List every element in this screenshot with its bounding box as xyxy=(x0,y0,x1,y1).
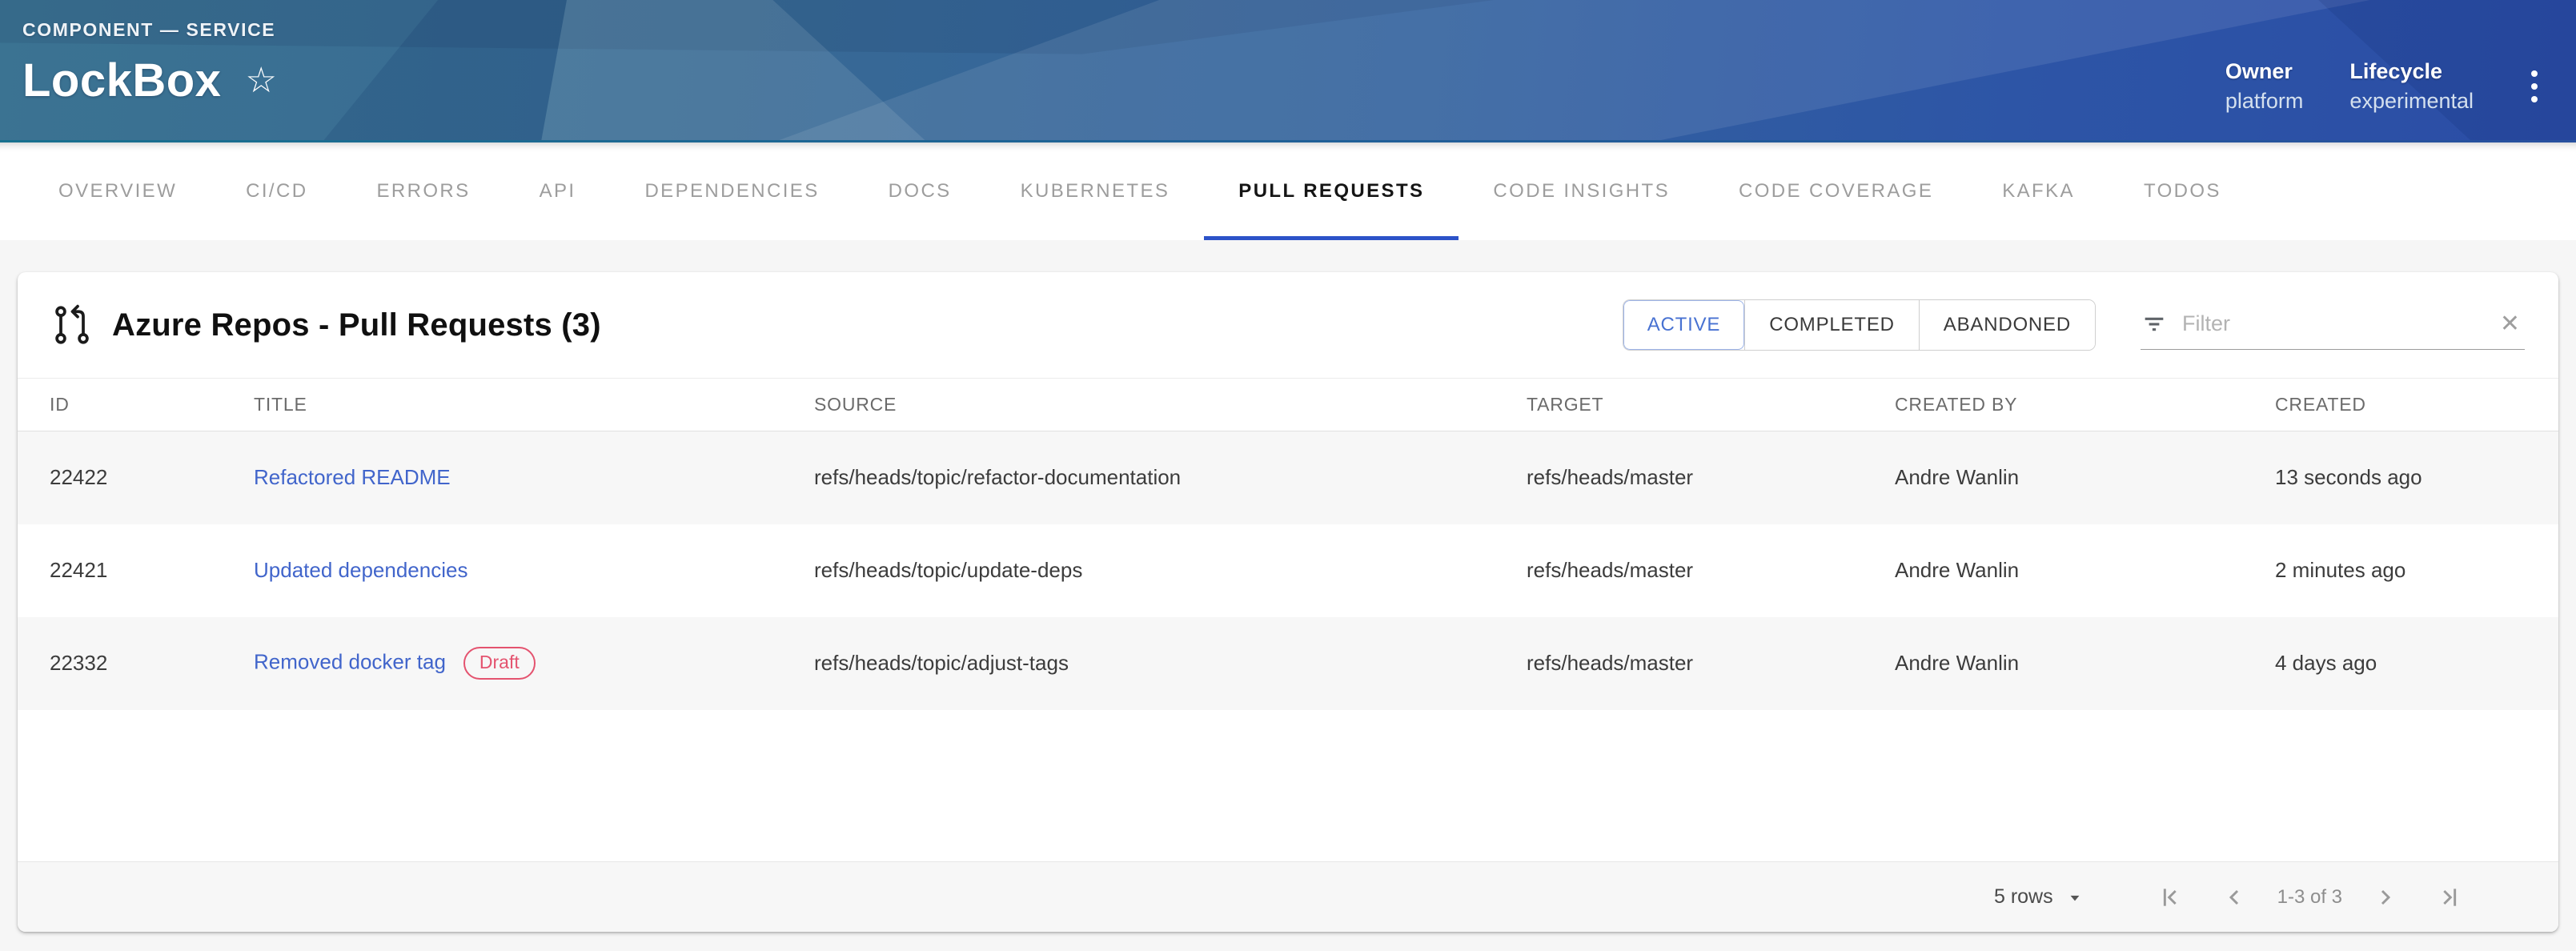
pagination-range: 1-3 of 3 xyxy=(2277,886,2342,909)
previous-page-button[interactable] xyxy=(2221,885,2247,910)
table-header-row: IDTITLESOURCETARGETCREATED BYCREATED xyxy=(18,379,2558,431)
pr-created-by: Andre Wanlin xyxy=(1882,524,2262,617)
table-row: 22421 Updated dependencies refs/heads/topi… xyxy=(18,524,2558,617)
status-filter-active-button[interactable]: ACTIVE xyxy=(1623,300,1744,350)
pr-title-link[interactable]: Refactored README xyxy=(254,465,451,489)
tab-code-coverage[interactable]: CODE COVERAGE xyxy=(1704,142,1968,240)
pr-target-branch: refs/heads/master xyxy=(1514,617,1882,710)
pr-title-link[interactable]: Updated dependencies xyxy=(254,558,467,582)
card-header: Azure Repos - Pull Requests (3) ACTIVECO… xyxy=(18,272,2558,378)
table-empty-space xyxy=(18,710,2558,862)
pr-id: 22332 xyxy=(18,617,241,710)
table-body: 22422 Refactored README refs/heads/topic/r… xyxy=(18,431,2558,710)
tab-pull-requests[interactable]: PULL REQUESTS xyxy=(1204,142,1459,240)
tab-overview[interactable]: OVERVIEW xyxy=(24,142,211,240)
pr-target-branch: refs/heads/master xyxy=(1514,431,1882,524)
pagination-bar: 5 rows 1-3 of 3 xyxy=(18,861,2558,932)
column-header-created: CREATED xyxy=(2262,379,2558,431)
pull-requests-table: IDTITLESOURCETARGETCREATED BYCREATED 224… xyxy=(18,378,2558,710)
pull-requests-card: Azure Repos - Pull Requests (3) ACTIVECO… xyxy=(18,272,2558,932)
more-options-icon[interactable] xyxy=(2520,62,2549,110)
tab-ci-cd[interactable]: CI/CD xyxy=(211,142,342,240)
next-page-button[interactable] xyxy=(2373,885,2398,910)
pr-title-cell: Refactored README xyxy=(241,431,801,524)
status-filter-abandoned-button[interactable]: ABANDONED xyxy=(1919,300,2095,350)
tab-todos[interactable]: TODOS xyxy=(2109,142,2256,240)
lifecycle-value: experimental xyxy=(2349,89,2474,114)
rows-per-page-label: 5 rows xyxy=(1994,885,2053,909)
page-title: LockBox xyxy=(22,54,221,107)
last-page-button[interactable] xyxy=(2437,885,2462,910)
owner-label: Owner xyxy=(2225,59,2304,84)
pr-created-by: Andre Wanlin xyxy=(1882,431,2262,524)
pr-created-time: 13 seconds ago xyxy=(2262,431,2558,524)
pull-request-icon xyxy=(50,301,94,349)
table-row: 22422 Refactored README refs/heads/topic/r… xyxy=(18,431,2558,524)
pr-created-time: 2 minutes ago xyxy=(2262,524,2558,617)
tab-errors[interactable]: ERRORS xyxy=(342,142,504,240)
favorite-star-icon[interactable]: ☆ xyxy=(245,63,276,98)
tab-kubernetes[interactable]: KUBERNETES xyxy=(986,142,1205,240)
column-header-id: ID xyxy=(18,379,241,431)
pr-title-cell: Removed docker tag Draft xyxy=(241,617,801,710)
caret-down-icon xyxy=(2064,887,2085,908)
tab-kafka[interactable]: KAFKA xyxy=(1968,142,2109,240)
owner-meta: Owner platform xyxy=(2225,59,2304,114)
card-title: Azure Repos - Pull Requests (3) xyxy=(112,307,601,343)
filter-field: ✕ xyxy=(2141,300,2525,350)
pr-source-branch: refs/heads/topic/update-deps xyxy=(801,524,1514,617)
status-filter-group: ACTIVECOMPLETEDABANDONED xyxy=(1623,299,2096,351)
status-filter-completed-button[interactable]: COMPLETED xyxy=(1744,300,1919,350)
table-row: 22332 Removed docker tag Draft refs/heads/t… xyxy=(18,617,2558,710)
column-header-target: TARGET xyxy=(1514,379,1882,431)
pr-title-cell: Updated dependencies xyxy=(241,524,801,617)
filter-list-icon xyxy=(2141,311,2168,338)
pr-id: 22421 xyxy=(18,524,241,617)
first-page-button[interactable] xyxy=(2157,885,2183,910)
tab-code-insights[interactable]: CODE INSIGHTS xyxy=(1459,142,1704,240)
filter-input[interactable] xyxy=(2182,311,2481,336)
tab-docs[interactable]: DOCS xyxy=(854,142,986,240)
draft-badge: Draft xyxy=(463,647,536,680)
tab-dependencies[interactable]: DEPENDENCIES xyxy=(610,142,853,240)
pr-target-branch: refs/heads/master xyxy=(1514,524,1882,617)
clear-filter-icon[interactable]: ✕ xyxy=(2495,309,2525,339)
pr-source-branch: refs/heads/topic/refactor-documentation xyxy=(801,431,1514,524)
entity-header: COMPONENT — SERVICE LockBox ☆ Owner plat… xyxy=(0,0,2576,142)
column-header-source: SOURCE xyxy=(801,379,1514,431)
page-content: Azure Repos - Pull Requests (3) ACTIVECO… xyxy=(0,240,2576,951)
column-header-title: TITLE xyxy=(241,379,801,431)
entity-kind-breadcrumb: COMPONENT — SERVICE xyxy=(22,19,277,41)
lifecycle-label: Lifecycle xyxy=(2349,59,2474,84)
column-header-created-by: CREATED BY xyxy=(1882,379,2262,431)
lifecycle-meta: Lifecycle experimental xyxy=(2349,59,2474,114)
pr-created-by: Andre Wanlin xyxy=(1882,617,2262,710)
pr-title-link[interactable]: Removed docker tag xyxy=(254,649,446,673)
owner-value: platform xyxy=(2225,89,2304,114)
pr-source-branch: refs/heads/topic/adjust-tags xyxy=(801,617,1514,710)
tab-api[interactable]: API xyxy=(505,142,611,240)
pr-created-time: 4 days ago xyxy=(2262,617,2558,710)
tab-bar: OVERVIEWCI/CDERRORSAPIDEPENDENCIESDOCSKU… xyxy=(0,142,2576,240)
pr-id: 22422 xyxy=(18,431,241,524)
rows-per-page-select[interactable]: 5 rows xyxy=(1994,885,2085,909)
